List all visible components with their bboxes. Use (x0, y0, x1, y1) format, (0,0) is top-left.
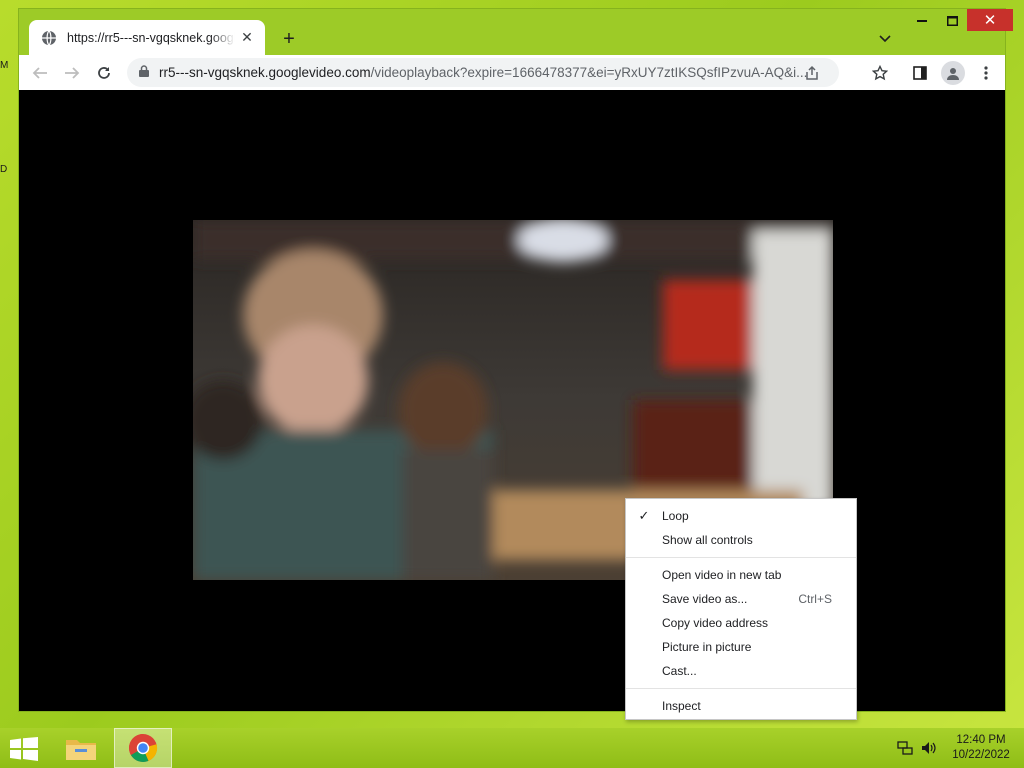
file-explorer-icon[interactable] (52, 728, 110, 768)
browser-toolbar: rr5---sn-vgqsknek.googlevideo.com/videop… (19, 55, 1005, 90)
desktop-icon-label-d: D (0, 164, 8, 175)
checkmark-icon: ✓ (638, 508, 650, 523)
menu-item-label: Cast... (662, 664, 697, 678)
url-path: /videoplayback?expire=1666478377&ei=yRxU… (370, 65, 808, 80)
bookmark-star-icon[interactable] (869, 62, 891, 84)
title-bar: https://rr5---sn-vgqsknek.google ✕ + ✕ (19, 9, 1013, 55)
forward-arrow-icon[interactable] (61, 62, 83, 84)
menu-item-copy-video-address[interactable]: Copy video address (626, 611, 856, 635)
volume-icon[interactable] (920, 740, 938, 756)
menu-item-shortcut: Ctrl+S (798, 592, 832, 606)
desktop-icon-label-m: M (0, 60, 9, 71)
menu-item-label: Picture in picture (662, 640, 752, 654)
tab-close-icon[interactable]: ✕ (239, 29, 255, 46)
globe-icon (41, 30, 57, 46)
menu-item-label: Loop (662, 509, 689, 523)
menu-item-loop[interactable]: ✓ Loop (626, 504, 856, 528)
windows-start-icon[interactable] (10, 737, 38, 761)
menu-separator (626, 557, 856, 558)
url-host: rr5---sn-vgqsknek.googlevideo.com (159, 65, 371, 80)
taskbar: 12:40 PM 10/22/2022 (0, 728, 1024, 768)
chrome-icon[interactable] (114, 728, 172, 768)
menu-item-open-video-in-new-tab[interactable]: Open video in new tab (626, 563, 856, 587)
side-panel-icon[interactable] (909, 62, 931, 84)
menu-separator (626, 688, 856, 689)
menu-item-inspect[interactable]: Inspect (626, 694, 856, 718)
close-window-button[interactable]: ✕ (967, 9, 1013, 31)
tab-title: https://rr5---sn-vgqsknek.google (67, 30, 235, 45)
page-viewport (19, 90, 1005, 711)
address-bar[interactable]: rr5---sn-vgqsknek.googlevideo.com/videop… (127, 58, 839, 87)
reload-icon[interactable] (93, 62, 115, 84)
menu-item-label: Copy video address (662, 616, 769, 630)
url-text: rr5---sn-vgqsknek.googlevideo.com/videop… (159, 65, 819, 80)
video-context-menu: ✓ Loop Show all controls Open video in new … (625, 498, 857, 720)
share-icon[interactable] (803, 64, 821, 82)
menu-item-label: Inspect (662, 699, 701, 713)
menu-item-save-video-as[interactable]: Save video as... Ctrl+S (626, 587, 856, 611)
profile-icon[interactable] (941, 61, 965, 85)
menu-item-label: Show all controls (662, 533, 753, 547)
new-tab-button[interactable]: + (277, 27, 301, 51)
browser-window: https://rr5---sn-vgqsknek.google ✕ + ✕ r… (18, 8, 1013, 712)
lock-icon[interactable] (139, 65, 149, 80)
minimize-button[interactable] (907, 9, 937, 33)
back-arrow-icon[interactable] (29, 62, 51, 84)
tab-search-chevron-icon[interactable] (875, 29, 895, 49)
kebab-menu-icon[interactable] (975, 62, 997, 84)
menu-item-show-all-controls[interactable]: Show all controls (626, 528, 856, 552)
menu-item-cast[interactable]: Cast... (626, 659, 856, 683)
network-icon[interactable] (896, 740, 914, 756)
clock-time: 12:40 PM (956, 734, 1006, 746)
taskbar-clock[interactable]: 12:40 PM 10/22/2022 (946, 733, 1016, 763)
maximize-button[interactable] (937, 9, 967, 33)
menu-item-label: Save video as... (662, 592, 748, 606)
menu-item-label: Open video in new tab (662, 568, 782, 582)
clock-date: 10/22/2022 (952, 749, 1010, 761)
browser-tab[interactable]: https://rr5---sn-vgqsknek.google ✕ (29, 20, 265, 55)
menu-item-picture-in-picture[interactable]: Picture in picture (626, 635, 856, 659)
